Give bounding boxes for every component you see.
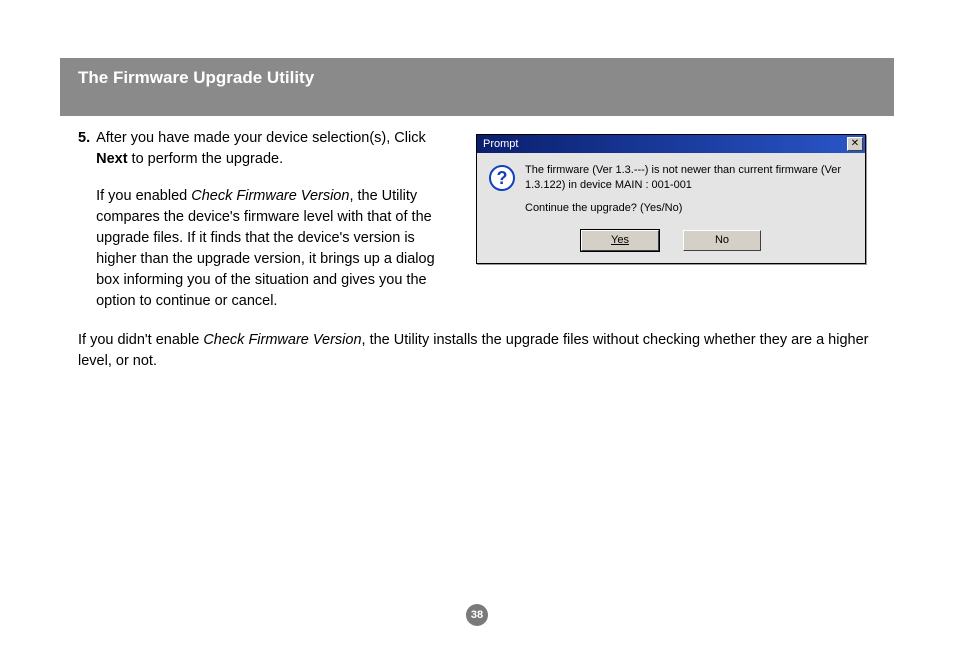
dialog-button-row: Yes No: [477, 224, 865, 263]
section-header: The Firmware Upgrade Utility: [60, 58, 894, 116]
instruction-text: 5. After you have made your device selec…: [78, 128, 458, 312]
dialog-title: Prompt: [483, 138, 518, 150]
step-body: After you have made your device selectio…: [96, 128, 458, 312]
yes-button[interactable]: Yes: [581, 230, 659, 251]
step-p2: If you enabled Check Firmware Version, t…: [96, 186, 458, 312]
dialog-titlebar: Prompt ✕: [477, 135, 865, 153]
dialog-text: The firmware (Ver 1.3.---) is not newer …: [525, 163, 853, 216]
dialog-line1: The firmware (Ver 1.3.---) is not newer …: [525, 163, 853, 193]
step-5: 5. After you have made your device selec…: [78, 128, 458, 312]
page-number: 38: [466, 604, 488, 626]
dialog-screenshot: Prompt ✕ ? The firmware (Ver 1.3.---) is…: [476, 128, 876, 312]
no-button[interactable]: No: [683, 230, 761, 251]
close-icon[interactable]: ✕: [847, 137, 863, 151]
dialog-body: ? The firmware (Ver 1.3.---) is not newe…: [477, 153, 865, 224]
section-title: The Firmware Upgrade Utility: [78, 68, 314, 87]
step-p1: After you have made your device selectio…: [96, 128, 458, 170]
content-row: 5. After you have made your device selec…: [60, 128, 894, 312]
question-icon: ?: [489, 165, 515, 191]
prompt-dialog: Prompt ✕ ? The firmware (Ver 1.3.---) is…: [476, 134, 866, 264]
step-number: 5.: [78, 128, 90, 312]
check-fw-keyword: Check Firmware Version: [191, 188, 349, 204]
dialog-line2: Continue the upgrade? (Yes/No): [525, 201, 853, 216]
check-fw-keyword-2: Check Firmware Version: [203, 332, 361, 348]
next-keyword: Next: [96, 151, 127, 167]
bottom-paragraph: If you didn't enable Check Firmware Vers…: [60, 312, 894, 372]
